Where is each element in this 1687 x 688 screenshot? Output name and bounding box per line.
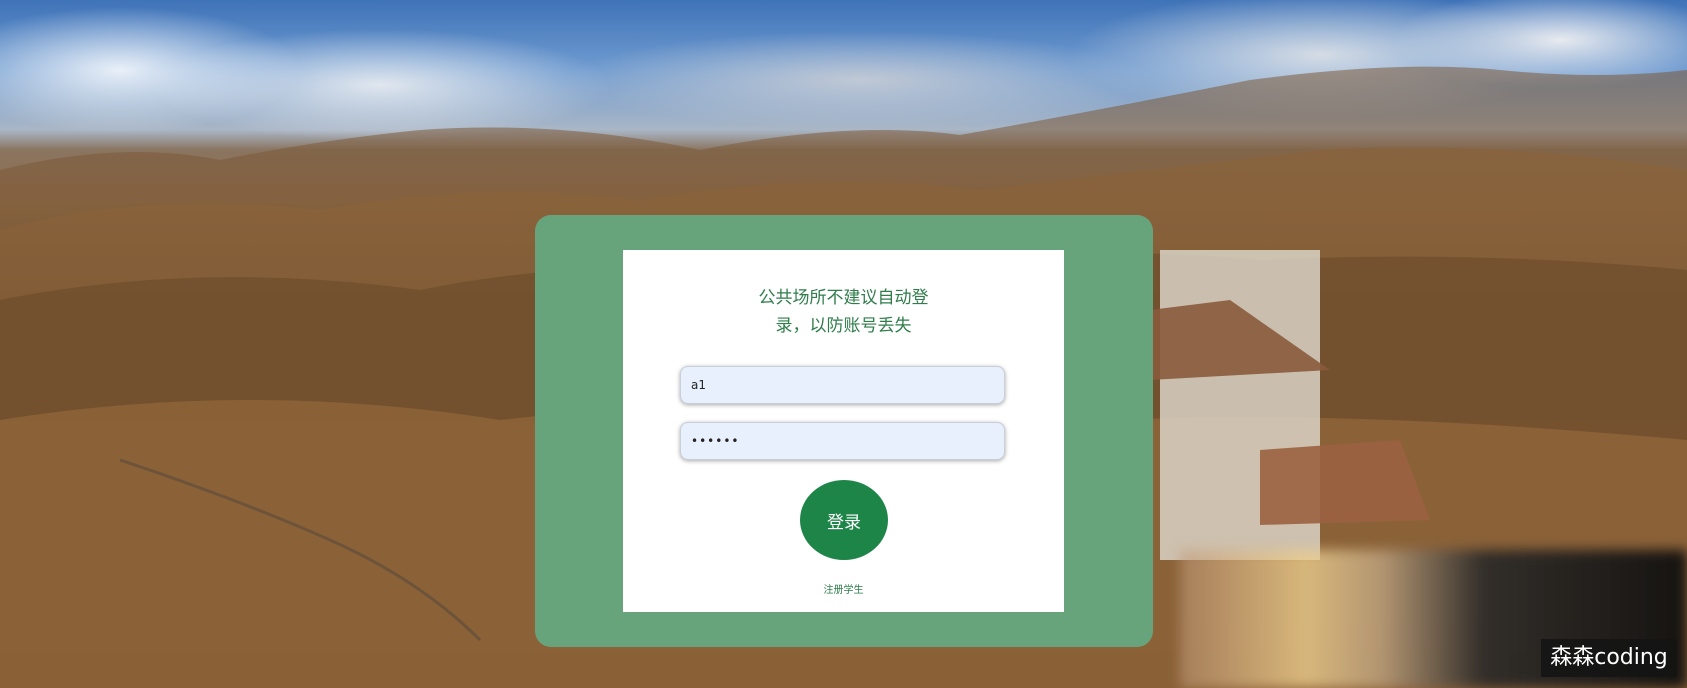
auto-login-notice: 公共场所不建议自动登 录，以防账号丢失 [623,284,1064,340]
login-card: 公共场所不建议自动登 录，以防账号丢失 登录 注册学生 [623,250,1064,612]
password-input[interactable] [680,422,1005,460]
register-student-link[interactable]: 注册学生 [623,581,1064,596]
notice-line-1: 公共场所不建议自动登 [758,288,929,308]
login-button[interactable]: 登录 [800,480,888,560]
notice-line-2: 录，以防账号丢失 [775,316,912,336]
watermark-label: 森森coding [1541,639,1677,677]
username-input[interactable] [680,366,1005,404]
